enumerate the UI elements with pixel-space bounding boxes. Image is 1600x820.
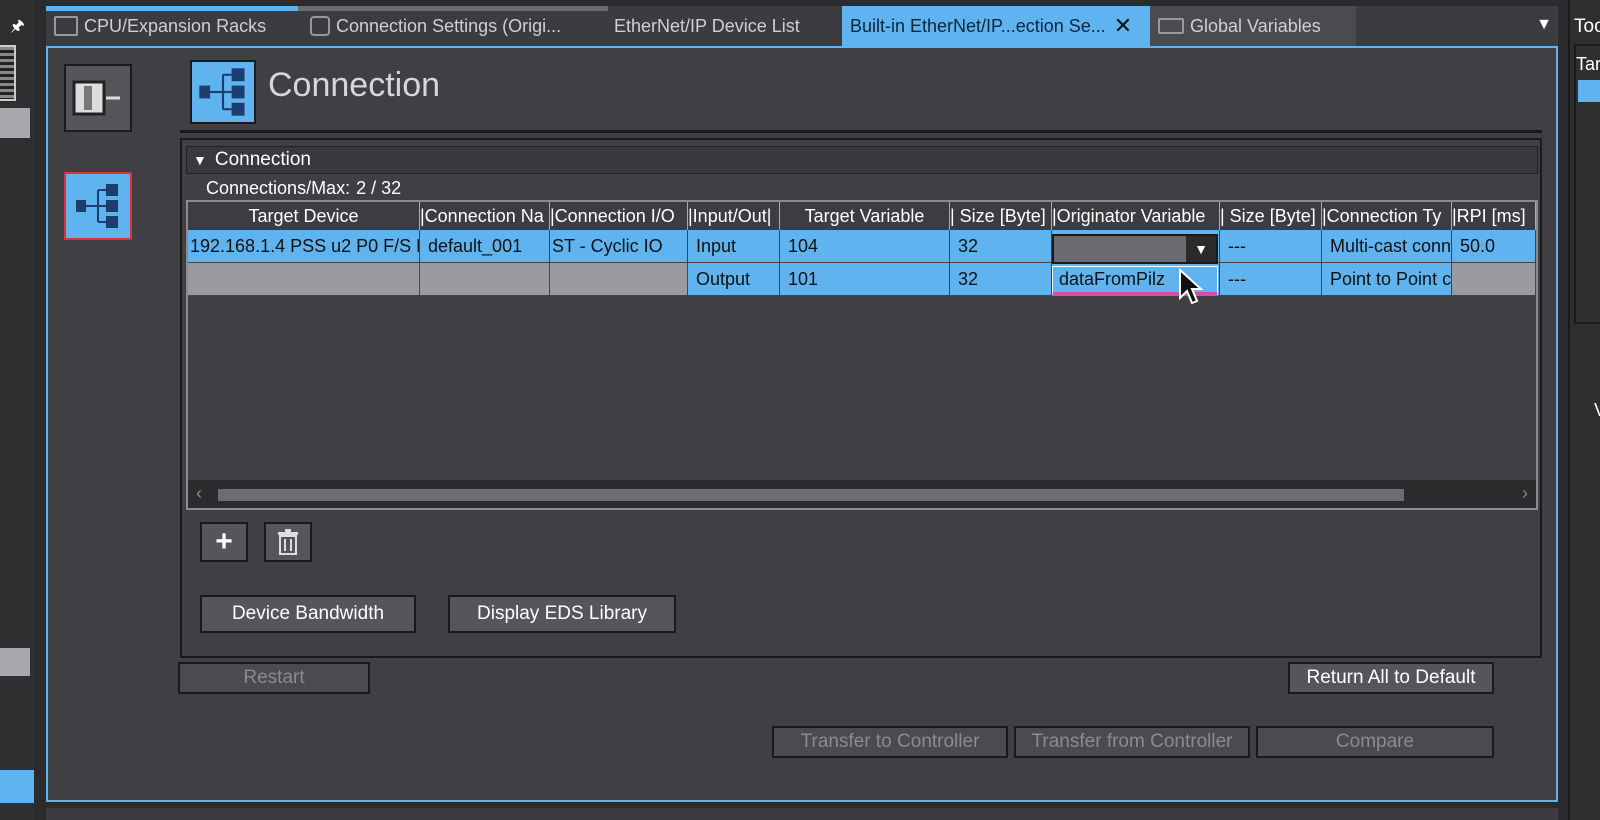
cell-connection-io[interactable]: ST - Cyclic IO bbox=[550, 230, 688, 263]
column-header[interactable]: |Input/Out| bbox=[688, 202, 780, 230]
rack-thumbnail[interactable] bbox=[0, 45, 16, 101]
target-label: Tar bbox=[1576, 54, 1600, 74]
delete-connection-button[interactable] bbox=[264, 522, 312, 562]
scroll-left-icon[interactable]: ‹ bbox=[196, 483, 202, 504]
connection-view-icon[interactable] bbox=[64, 172, 132, 240]
cell-input-output[interactable]: Output bbox=[688, 263, 780, 296]
collapse-triangle-icon[interactable]: ▼ bbox=[193, 152, 207, 168]
count-label: Connections/Max: bbox=[206, 178, 351, 198]
device-bandwidth-button[interactable]: Device Bandwidth bbox=[200, 595, 416, 633]
selected-item[interactable] bbox=[1578, 80, 1600, 102]
cell-rpi[interactable] bbox=[1452, 263, 1536, 296]
cell-target-device[interactable]: 192.168.1.4 PSS u2 P0 F/S E bbox=[188, 230, 420, 263]
transfer-from-controller-button[interactable]: Transfer from Controller bbox=[1014, 726, 1250, 758]
chevron-down-icon[interactable]: ▼ bbox=[1186, 236, 1216, 262]
compare-button[interactable]: Compare bbox=[1256, 726, 1494, 758]
connection-editor: Connection ▼ Connection Connections/Max:… bbox=[46, 46, 1558, 802]
column-header[interactable]: Target Device bbox=[188, 202, 420, 230]
dock-tab[interactable] bbox=[0, 648, 30, 676]
cell-input-output[interactable]: Input bbox=[688, 230, 780, 263]
rack-icon bbox=[54, 16, 78, 36]
cell-connection-type[interactable]: Multi-cast conn bbox=[1322, 230, 1452, 263]
tab-label: CPU/Expansion Racks bbox=[84, 15, 267, 36]
return-all-to-default-button[interactable]: Return All to Default bbox=[1288, 662, 1494, 694]
horizontal-scrollbar[interactable]: ‹ › bbox=[188, 480, 1536, 508]
cell-connection-name[interactable]: default_001 bbox=[420, 230, 550, 263]
transfer-to-controller-button[interactable]: Transfer to Controller bbox=[772, 726, 1008, 758]
cell-connection-type[interactable]: Point to Point c bbox=[1322, 263, 1452, 296]
cell-connection-name[interactable] bbox=[420, 263, 550, 296]
editor-tab-bar: CPU/Expansion Racks Connection Settings … bbox=[46, 6, 1558, 46]
cell-target-size[interactable]: 32 bbox=[950, 230, 1052, 263]
section-title: Connection bbox=[214, 149, 311, 170]
restart-button[interactable]: Restart bbox=[178, 662, 370, 694]
trash-icon bbox=[278, 529, 298, 555]
page-title: Connection bbox=[268, 66, 441, 104]
tab-label: Global Variables bbox=[1190, 15, 1321, 36]
divider bbox=[180, 130, 1542, 133]
cell-connection-io[interactable] bbox=[550, 263, 688, 296]
add-connection-button[interactable]: + bbox=[200, 522, 248, 562]
column-header[interactable]: Target Variable bbox=[780, 202, 950, 230]
cell-target-size[interactable]: 32 bbox=[950, 263, 1052, 296]
var-icon bbox=[1158, 18, 1184, 34]
column-header[interactable]: |Connection Ty bbox=[1322, 202, 1452, 230]
tab-ethernet-ip-device-list[interactable]: EtherNet/IP Device List bbox=[606, 6, 838, 46]
right-toolbox-panel: Too Tar V bbox=[1568, 0, 1600, 820]
column-header[interactable]: |Connection I/O bbox=[550, 202, 688, 230]
plus-icon: + bbox=[215, 525, 233, 558]
tab-label: Connection Settings (Origi... bbox=[336, 15, 562, 36]
scrollbar-thumb[interactable] bbox=[218, 489, 1404, 501]
column-header[interactable]: |RPI [ms] bbox=[1452, 202, 1536, 230]
column-header[interactable]: |Originator Variable bbox=[1052, 202, 1220, 230]
tab-label: Built-in EtherNet/IP...ection Se... bbox=[850, 15, 1106, 36]
column-header[interactable]: | Size [Byte] bbox=[1220, 202, 1322, 230]
section-header[interactable]: ▼ Connection bbox=[186, 146, 1538, 174]
panel-label: V bbox=[1594, 400, 1600, 421]
dock-tab[interactable] bbox=[0, 108, 30, 138]
tab-connection-settings[interactable]: Connection Settings (Origi... bbox=[302, 6, 602, 46]
tab-label: EtherNet/IP Device List bbox=[614, 15, 800, 36]
cell-target-device[interactable] bbox=[188, 263, 420, 296]
tab-cpu-expansion-racks[interactable]: CPU/Expansion Racks bbox=[46, 6, 298, 46]
originator-variable-dropdown[interactable]: ▼ bbox=[1052, 234, 1218, 264]
display-eds-library-button[interactable]: Display EDS Library bbox=[448, 595, 676, 633]
left-dock-strip: 🖈 bbox=[0, 0, 34, 820]
cell-target-variable[interactable]: 101 bbox=[780, 263, 950, 296]
cell-originator-size[interactable]: --- bbox=[1220, 230, 1322, 263]
pin-icon[interactable]: 🖈 bbox=[10, 15, 25, 42]
tab-builtin-ethernet-ip-connection[interactable]: Built-in EtherNet/IP...ection Se... ✕ bbox=[842, 6, 1150, 46]
tab-list-menu-icon[interactable]: ▼ bbox=[1536, 16, 1552, 34]
scroll-right-icon[interactable]: › bbox=[1522, 483, 1528, 504]
column-header[interactable]: | Size [Byte] bbox=[950, 202, 1052, 230]
dock-tab-active[interactable] bbox=[0, 770, 34, 803]
cell-originator-size[interactable]: --- bbox=[1220, 263, 1322, 296]
connection-table: Target Device |Connection Na |Connection… bbox=[186, 200, 1538, 510]
count-value: 2 / 32 bbox=[356, 178, 402, 198]
connection-count: Connections/Max: 2 / 32 bbox=[206, 178, 407, 199]
unit-view-icon[interactable] bbox=[64, 64, 132, 132]
tab-global-variables[interactable]: Global Variables bbox=[1150, 6, 1356, 46]
toolbox-title: Too bbox=[1574, 16, 1600, 37]
connection-icon bbox=[310, 16, 330, 36]
column-header[interactable]: |Connection Na bbox=[420, 202, 550, 230]
cell-rpi[interactable]: 50.0 bbox=[1452, 230, 1536, 263]
connection-icon bbox=[190, 60, 256, 124]
close-icon[interactable]: ✕ bbox=[1114, 13, 1132, 39]
connection-section: ▼ Connection Connections/Max: 2 / 32 Targ… bbox=[180, 138, 1542, 658]
mouse-cursor-icon bbox=[1179, 268, 1204, 305]
status-bar bbox=[46, 808, 1558, 820]
cell-target-variable[interactable]: 104 bbox=[780, 230, 950, 263]
